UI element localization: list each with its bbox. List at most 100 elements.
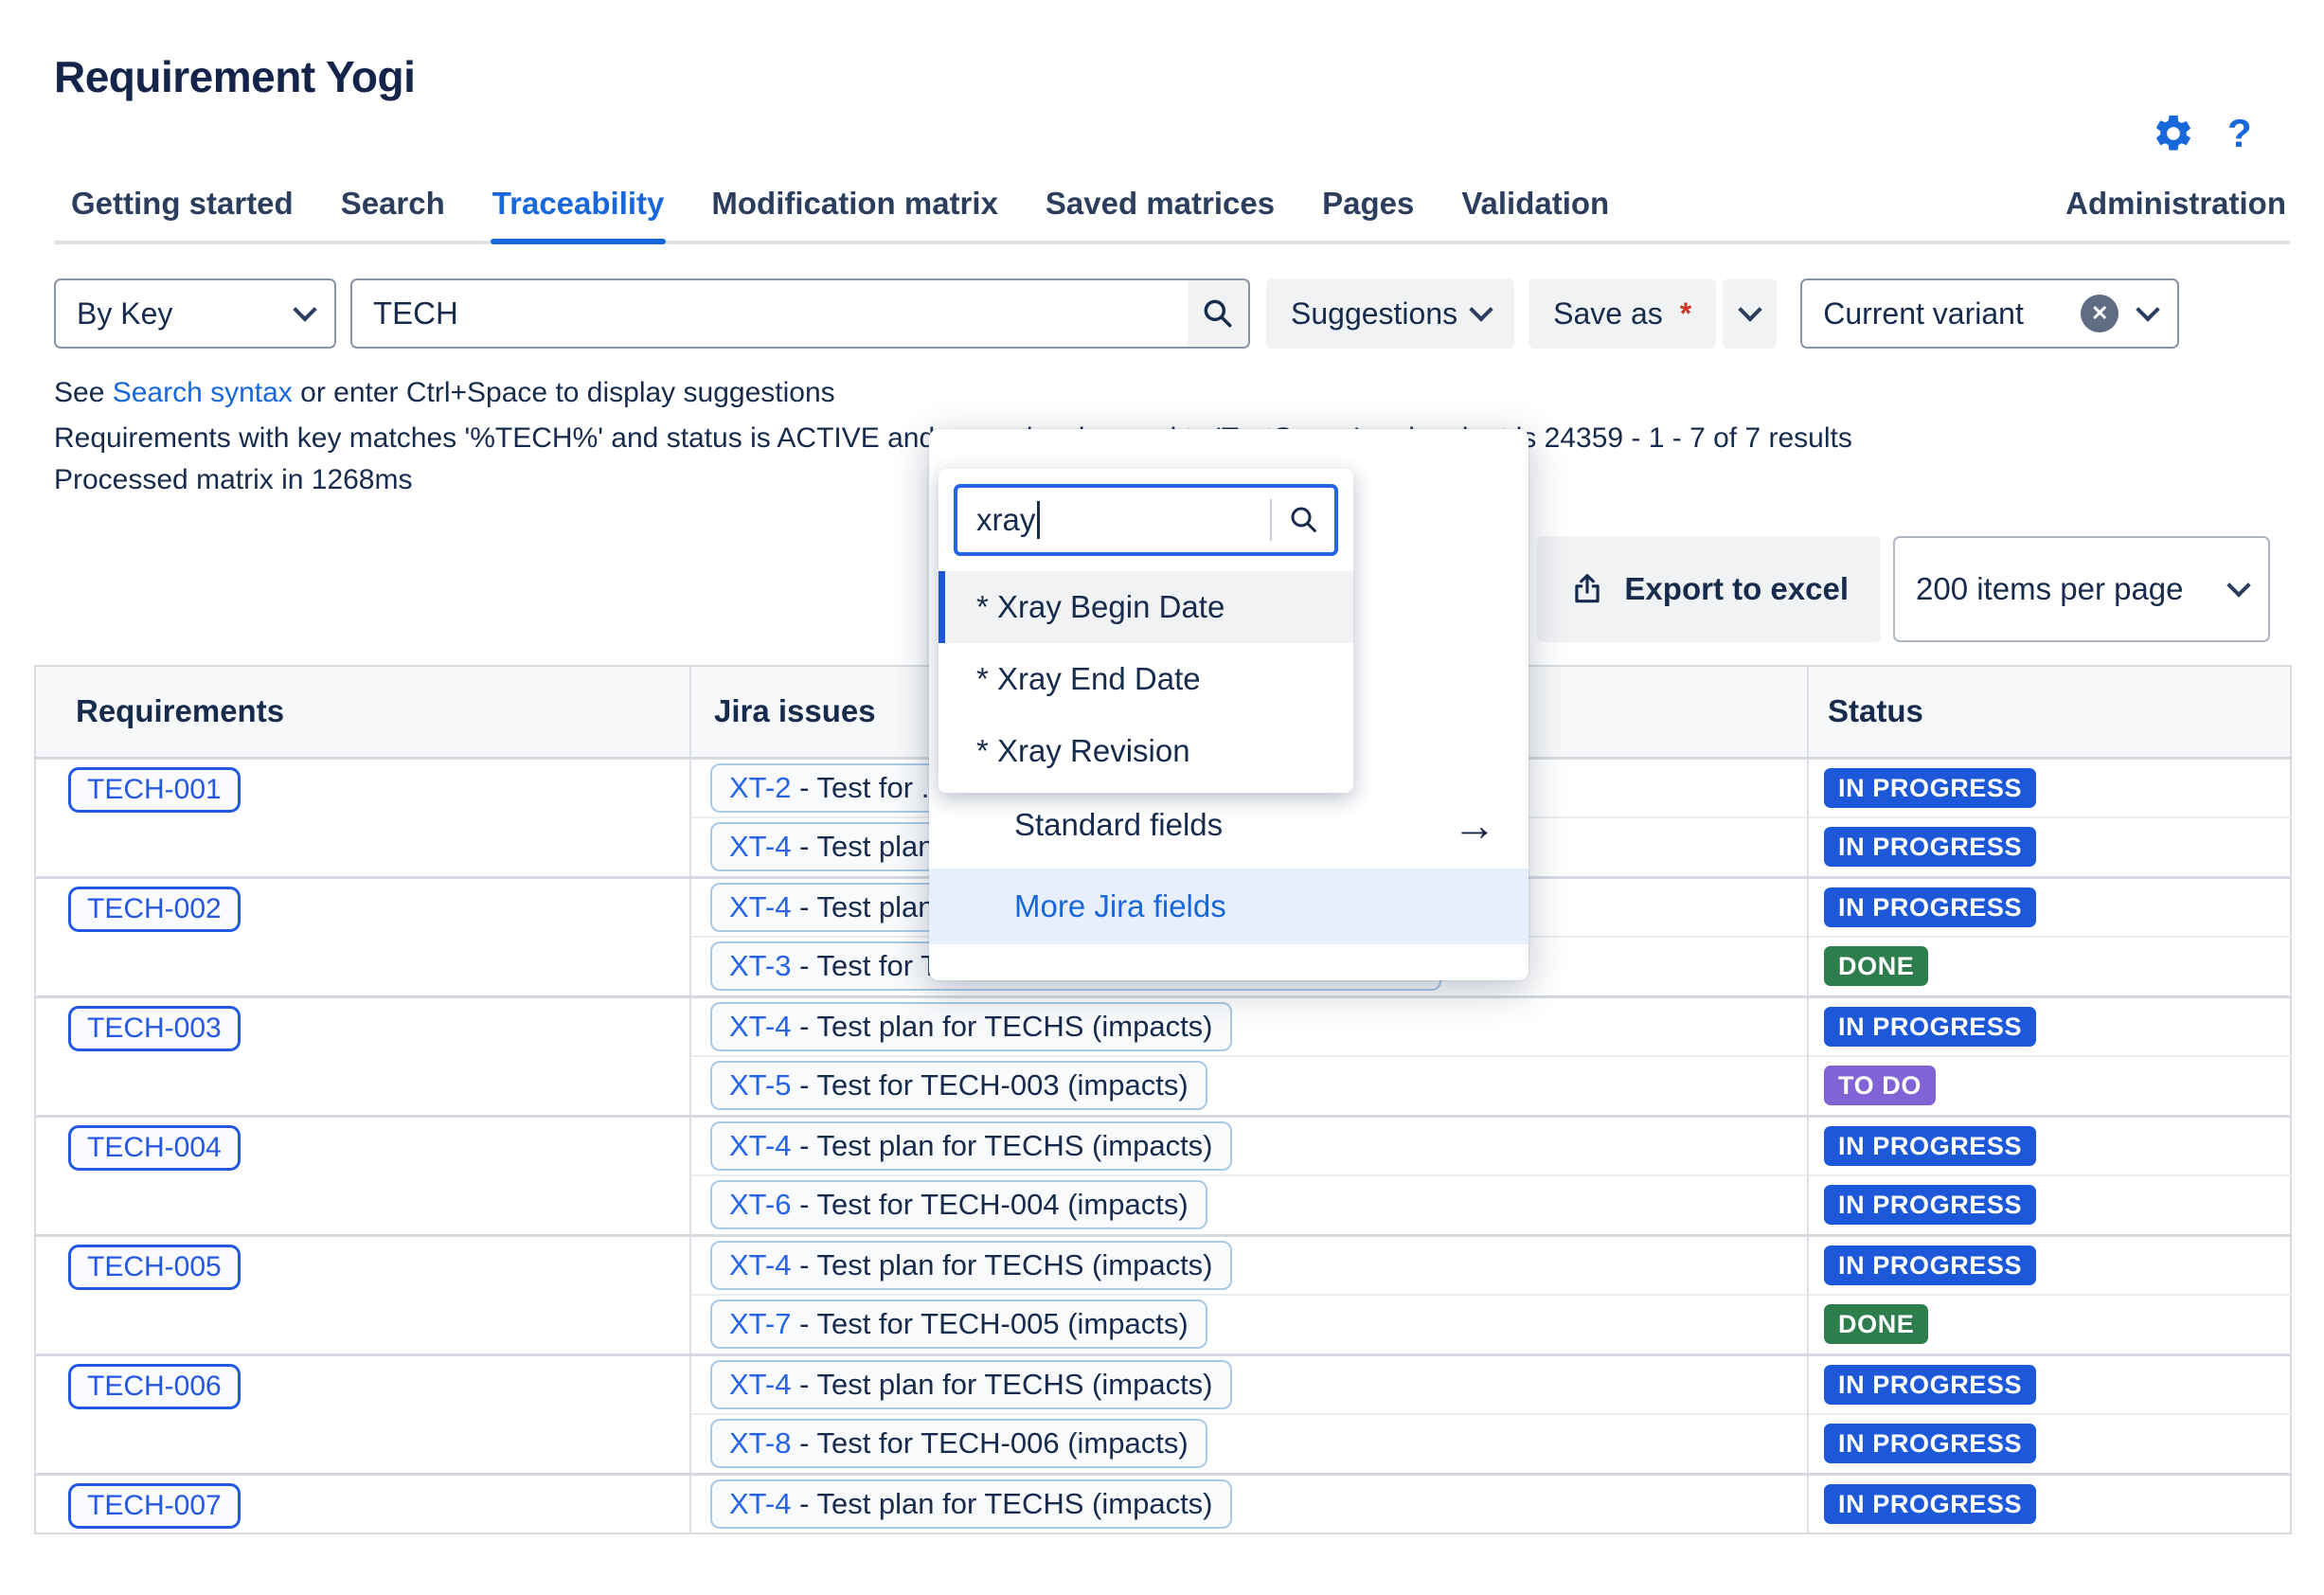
- status-badge: IN PROGRESS: [1824, 1483, 2037, 1524]
- help-icon[interactable]: ?: [2227, 112, 2252, 155]
- status-cell: IN PROGRESS: [1807, 995, 2291, 1056]
- status-badge: IN PROGRESS: [1824, 1185, 2037, 1226]
- jira-issue-title: - Test for TECH-006 (impacts): [791, 1426, 1189, 1461]
- jira-issue-title: - Test plan for TECHS (impacts): [791, 1367, 1213, 1401]
- field-search-input[interactable]: xray: [976, 502, 1035, 538]
- requirement-pill[interactable]: TECH-006: [68, 1363, 241, 1409]
- jira-issue-key[interactable]: XT-4: [729, 830, 791, 864]
- jira-issue-cell: XT-8 - Test for TECH-006 (impacts): [689, 1413, 1808, 1474]
- requirement-pill[interactable]: TECH-005: [68, 1244, 241, 1290]
- jira-issue-key[interactable]: XT-3: [729, 949, 791, 983]
- status-badge: IN PROGRESS: [1824, 767, 2037, 808]
- tab-traceability[interactable]: Traceability: [490, 186, 667, 244]
- more-jira-fields-label: More Jira fields: [1014, 888, 1226, 923]
- search-input[interactable]: TECH: [352, 280, 1188, 347]
- jira-issue-key[interactable]: XT-4: [729, 1129, 791, 1163]
- status-cell: IN PROGRESS: [1807, 1174, 2291, 1235]
- field-option[interactable]: * Xray Revision: [939, 715, 1353, 787]
- jira-issue-key[interactable]: XT-2: [729, 771, 791, 805]
- search-icon: [1291, 507, 1316, 532]
- status-badge: IN PROGRESS: [1824, 1245, 2037, 1285]
- items-per-page-select[interactable]: 200 items per page: [1893, 536, 2270, 642]
- requirement-pill[interactable]: TECH-002: [68, 886, 241, 932]
- header-icons: ?: [2152, 112, 2252, 155]
- status-cell: IN PROGRESS: [1807, 1472, 2291, 1533]
- jira-issue-key[interactable]: XT-5: [729, 1068, 791, 1102]
- jira-issue-key[interactable]: XT-7: [729, 1307, 791, 1341]
- tab-saved-matrices[interactable]: Saved matrices: [1044, 186, 1277, 241]
- status-cell: TO DO: [1807, 1055, 2291, 1116]
- clear-variant-icon[interactable]: ✕: [2081, 295, 2119, 332]
- jira-issue-pill[interactable]: XT-6 - Test for TECH-004 (impacts): [710, 1180, 1207, 1230]
- jira-issue-cell: XT-4 - Test plan for TECHS (impacts): [689, 1233, 1808, 1295]
- tab-pages[interactable]: Pages: [1320, 186, 1416, 241]
- chevron-down-icon: [2226, 573, 2251, 598]
- status-badge: IN PROGRESS: [1824, 1364, 2037, 1405]
- search-syntax-link[interactable]: Search syntax: [113, 377, 293, 408]
- column-header-requirements: Requirements: [35, 666, 690, 760]
- field-option[interactable]: * Xray Begin Date: [939, 571, 1353, 643]
- settings-gear-icon[interactable]: [2152, 112, 2195, 155]
- status-cell: IN PROGRESS: [1807, 1233, 2291, 1295]
- variant-select[interactable]: Current variant ✕: [1800, 278, 2180, 349]
- jira-issue-cell: XT-4 - Test plan for TECHS (impacts): [689, 1353, 1808, 1414]
- table-row: TECH-004 XT-4 - Test plan for TECHS (impa…: [35, 1114, 2291, 1235]
- more-jira-fields-item[interactable]: More Jira fields: [929, 869, 1528, 944]
- tab-getting-started[interactable]: Getting started: [69, 186, 295, 241]
- jira-issue-title: - Test for TECH-004 (impacts): [791, 1188, 1189, 1222]
- arrow-right-icon: →: [1453, 800, 1496, 850]
- jira-issue-key[interactable]: XT-4: [729, 1248, 791, 1282]
- jira-field-picker-popup: xray * Xray Begin Date * Xray End Date * X…: [929, 429, 1528, 980]
- column-header-status: Status: [1807, 666, 2291, 760]
- search-hint: See Search syntax or enter Ctrl+Space to…: [54, 377, 2290, 409]
- jira-issue-cell: XT-5 - Test for TECH-003 (impacts): [689, 1055, 1808, 1116]
- jira-issue-key[interactable]: XT-4: [729, 890, 791, 924]
- search-field[interactable]: TECH: [350, 278, 1250, 349]
- chevron-down-icon: [1737, 297, 1762, 322]
- search-type-value: By Key: [77, 296, 173, 331]
- jira-issue-pill[interactable]: XT-4 - Test plan for TECHS (impacts): [710, 1120, 1232, 1171]
- search-toolbar: By Key TECH Suggestions Save as * Curren…: [54, 278, 2290, 349]
- requirement-pill[interactable]: TECH-007: [68, 1482, 241, 1529]
- save-as-button[interactable]: Save as *: [1528, 278, 1717, 349]
- jira-issue-pill[interactable]: XT-4 - Test plan for TECHS (impacts): [710, 1359, 1232, 1409]
- suggestions-button[interactable]: Suggestions: [1266, 278, 1515, 349]
- search-button[interactable]: [1188, 280, 1248, 347]
- jira-issue-pill[interactable]: XT-4 - Test plan for TECHS (impacts): [710, 1240, 1232, 1290]
- standard-fields-item[interactable]: Standard fields →: [929, 791, 1528, 859]
- jira-issue-title: - Test plan f: [791, 889, 951, 923]
- tab-validation[interactable]: Validation: [1459, 186, 1611, 241]
- required-asterisk: *: [1679, 296, 1692, 331]
- jira-issue-pill[interactable]: XT-8 - Test for TECH-006 (impacts): [710, 1419, 1207, 1469]
- tab-search[interactable]: Search: [339, 186, 447, 241]
- requirement-cell: TECH-007: [35, 1472, 690, 1533]
- chevron-down-icon: [2136, 297, 2160, 322]
- jira-issue-key[interactable]: XT-6: [729, 1188, 791, 1222]
- save-as-menu-button[interactable]: [1723, 278, 1778, 349]
- export-to-excel-button[interactable]: Export to excel: [1537, 536, 1881, 642]
- items-per-page-value: 200 items per page: [1916, 571, 2184, 606]
- jira-issue-title: - Test for TECH-005 (impacts): [791, 1307, 1189, 1341]
- jira-issue-pill[interactable]: XT-4 - Test plan for TECHS (impacts): [710, 1001, 1232, 1051]
- jira-issue-cell: XT-7 - Test for TECH-005 (impacts): [689, 1294, 1808, 1354]
- jira-issue-cell: XT-4 - Test plan for TECHS (impacts): [689, 995, 1808, 1056]
- requirement-pill[interactable]: TECH-003: [68, 1005, 241, 1051]
- table-row: TECH-007 XT-4 - Test plan for TECHS (impa…: [35, 1472, 2291, 1533]
- tab-modification-matrix[interactable]: Modification matrix: [709, 186, 1000, 241]
- status-badge: IN PROGRESS: [1824, 1125, 2037, 1166]
- jira-issue-key[interactable]: XT-4: [729, 1487, 791, 1521]
- jira-issue-key[interactable]: XT-4: [729, 1368, 791, 1402]
- jira-issue-title: - Test for ...: [791, 770, 946, 804]
- search-type-select[interactable]: By Key: [54, 278, 336, 349]
- jira-issue-key[interactable]: XT-8: [729, 1426, 791, 1461]
- tab-administration[interactable]: Administration: [2064, 186, 2288, 241]
- jira-issue-pill[interactable]: XT-4 - Test plan for TECHS (impacts): [710, 1479, 1232, 1529]
- status-badge: IN PROGRESS: [1824, 827, 2037, 868]
- requirement-pill[interactable]: TECH-004: [68, 1124, 241, 1171]
- field-option[interactable]: * Xray End Date: [939, 643, 1353, 715]
- field-search-field[interactable]: xray: [954, 484, 1338, 556]
- jira-issue-pill[interactable]: XT-7 - Test for TECH-005 (impacts): [710, 1299, 1207, 1350]
- jira-issue-key[interactable]: XT-4: [729, 1010, 791, 1044]
- jira-issue-pill[interactable]: XT-5 - Test for TECH-003 (impacts): [710, 1061, 1207, 1111]
- requirement-pill[interactable]: TECH-001: [68, 766, 241, 813]
